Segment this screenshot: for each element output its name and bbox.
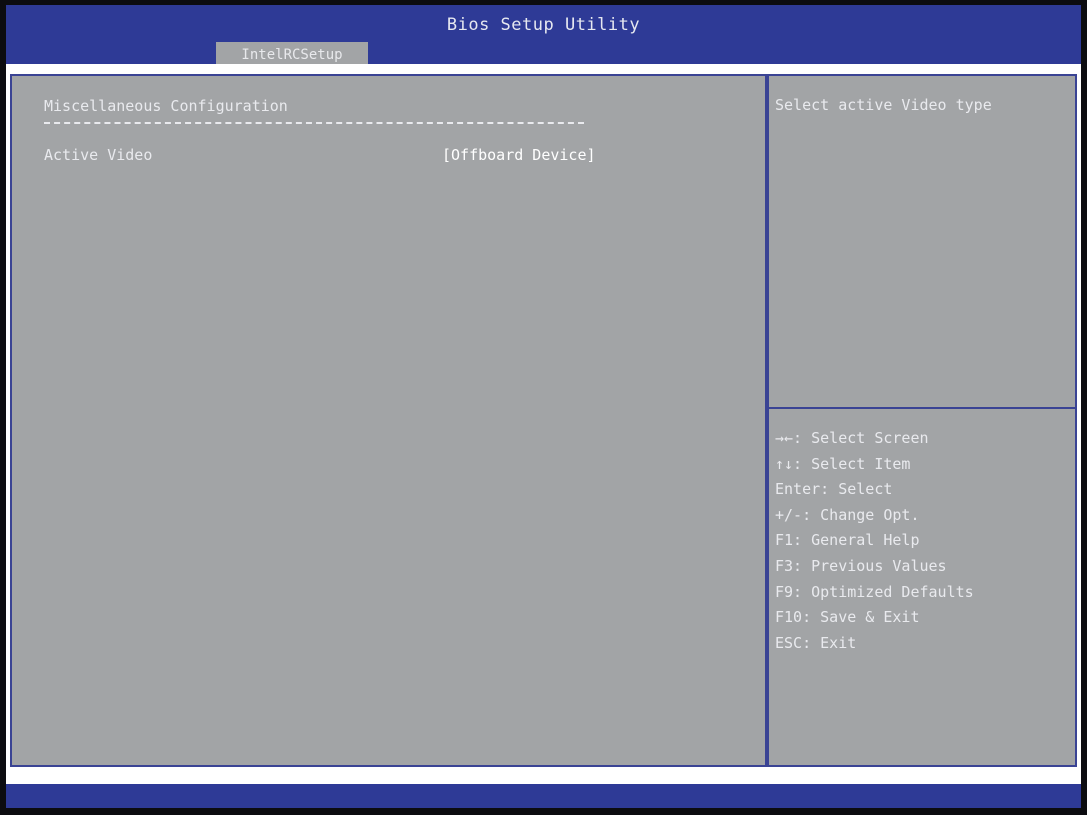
help-divider bbox=[769, 407, 1075, 409]
key-change-option: +/-: Change Opt. bbox=[775, 505, 920, 524]
key-general-help: F1: General Help bbox=[775, 531, 920, 550]
help-description: Select active Video type bbox=[775, 96, 992, 114]
key-previous-values: F3: Previous Values bbox=[775, 556, 947, 575]
key-legend: →←: Select Screen ↑↓: Select Item Enter:… bbox=[775, 426, 974, 656]
status-divider bbox=[6, 774, 1081, 784]
setting-row-active-video[interactable]: Active Video [Offboard Device] bbox=[42, 144, 632, 166]
setting-label: Active Video bbox=[44, 146, 153, 164]
main-area: Miscellaneous Configuration Active Video… bbox=[6, 70, 1081, 774]
key-select-screen: →←: Select Screen bbox=[775, 429, 929, 447]
key-select-item: ↑↓: Select Item bbox=[775, 454, 911, 473]
setting-value[interactable]: [Offboard Device] bbox=[442, 146, 596, 164]
key-exit: ESC: Exit bbox=[775, 633, 857, 652]
key-save-exit: F10: Save & Exit bbox=[775, 608, 920, 627]
title-bar: Bios Setup Utility IntelRCSetup bbox=[6, 5, 1081, 69]
section-separator bbox=[44, 122, 584, 124]
status-bar bbox=[6, 784, 1081, 808]
key-optimized-defaults: F9: Optimized Defaults bbox=[775, 582, 974, 601]
app-title: Bios Setup Utility bbox=[446, 15, 641, 35]
bios-screen: Bios Setup Utility IntelRCSetup Miscella… bbox=[0, 0, 1087, 815]
key-enter-select: Enter: Select bbox=[775, 480, 893, 499]
settings-pane: Miscellaneous Configuration Active Video… bbox=[10, 74, 767, 767]
help-pane: Select active Video type →←: Select Scre… bbox=[767, 74, 1077, 767]
section-title: Miscellaneous Configuration bbox=[44, 97, 288, 115]
